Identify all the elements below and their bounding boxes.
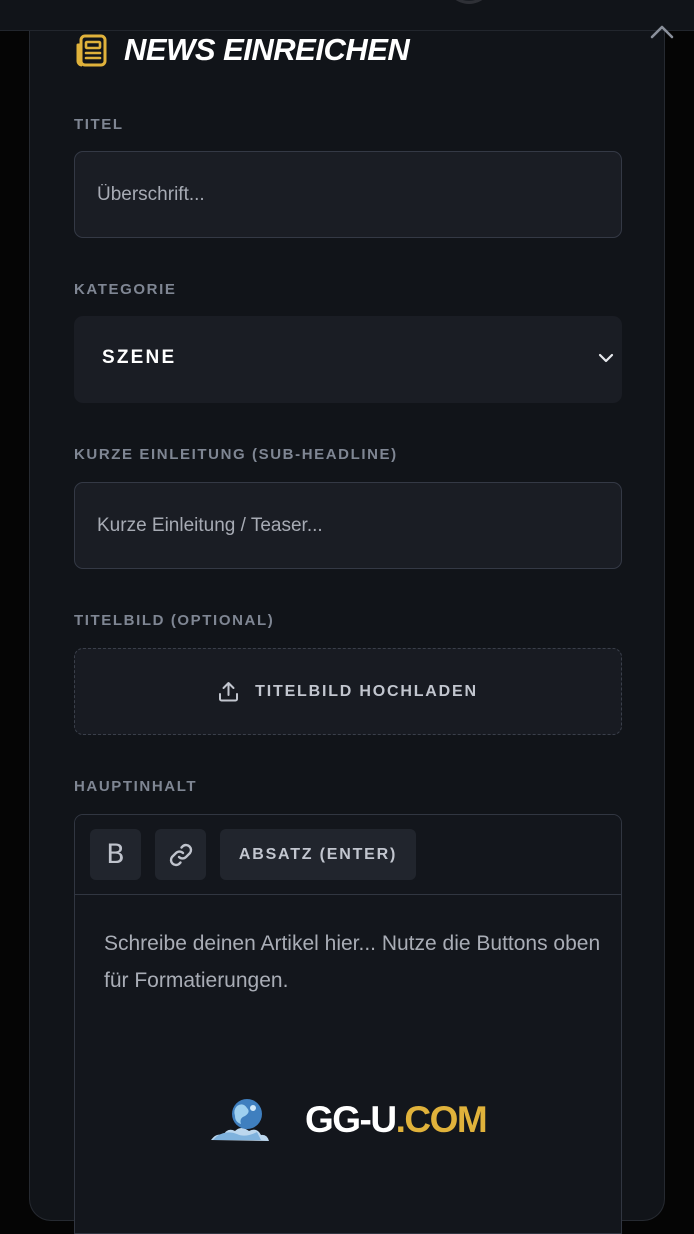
upload-label: TITELBILD HOCHLADEN	[255, 682, 478, 700]
newspaper-icon	[76, 34, 107, 67]
content-editor[interactable]: B ABSATZ (ENTER) Schreibe deinen Artikel…	[74, 814, 622, 1234]
category-label: KATEGORIE	[74, 281, 177, 298]
intro-field[interactable]	[74, 482, 622, 569]
image-label: TITELBILD (OPTIONAL)	[74, 612, 275, 629]
title-label: TITEL	[74, 116, 124, 133]
page-title: NEWS EINREICHEN	[124, 32, 410, 67]
watermark-brand: GG-U	[305, 1099, 397, 1140]
editor-toolbar: B ABSATZ (ENTER)	[75, 815, 621, 895]
link-icon	[169, 843, 192, 866]
watermark-domain: .COM	[395, 1099, 488, 1140]
watermark-logo: GG-U.COM	[209, 1096, 499, 1146]
upload-icon	[219, 682, 239, 702]
title-field[interactable]	[74, 151, 622, 238]
category-value: SZENE	[102, 347, 177, 368]
paragraph-button[interactable]: ABSATZ (ENTER)	[220, 829, 416, 880]
globe-logo-icon	[211, 1099, 269, 1141]
news-submit-panel: NEWS EINREICHEN TITEL KATEGORIE SZENE KU…	[29, 25, 674, 1234]
avatar[interactable]	[445, 0, 493, 4]
top-bar	[0, 0, 694, 31]
chevron-down-icon	[598, 353, 614, 363]
upload-content: TITELBILD HOCHLADEN	[75, 649, 621, 734]
image-upload-button[interactable]: TITELBILD HOCHLADEN	[74, 648, 622, 735]
panel-header: NEWS EINREICHEN	[74, 25, 674, 71]
chevron-up-icon[interactable]	[650, 23, 674, 41]
category-select[interactable]: SZENE	[74, 316, 622, 403]
watermark-text: GG-U.COM	[305, 1099, 488, 1141]
title-input[interactable]	[75, 152, 621, 237]
intro-label: KURZE EINLEITUNG (SUB-HEADLINE)	[74, 446, 398, 463]
bold-button[interactable]: B	[90, 829, 141, 880]
editor-placeholder[interactable]: Schreibe deinen Artikel hier... Nutze di…	[104, 925, 604, 999]
content-label: HAUPTINHALT	[74, 778, 198, 795]
link-button[interactable]	[155, 829, 206, 880]
intro-input[interactable]	[75, 483, 621, 568]
